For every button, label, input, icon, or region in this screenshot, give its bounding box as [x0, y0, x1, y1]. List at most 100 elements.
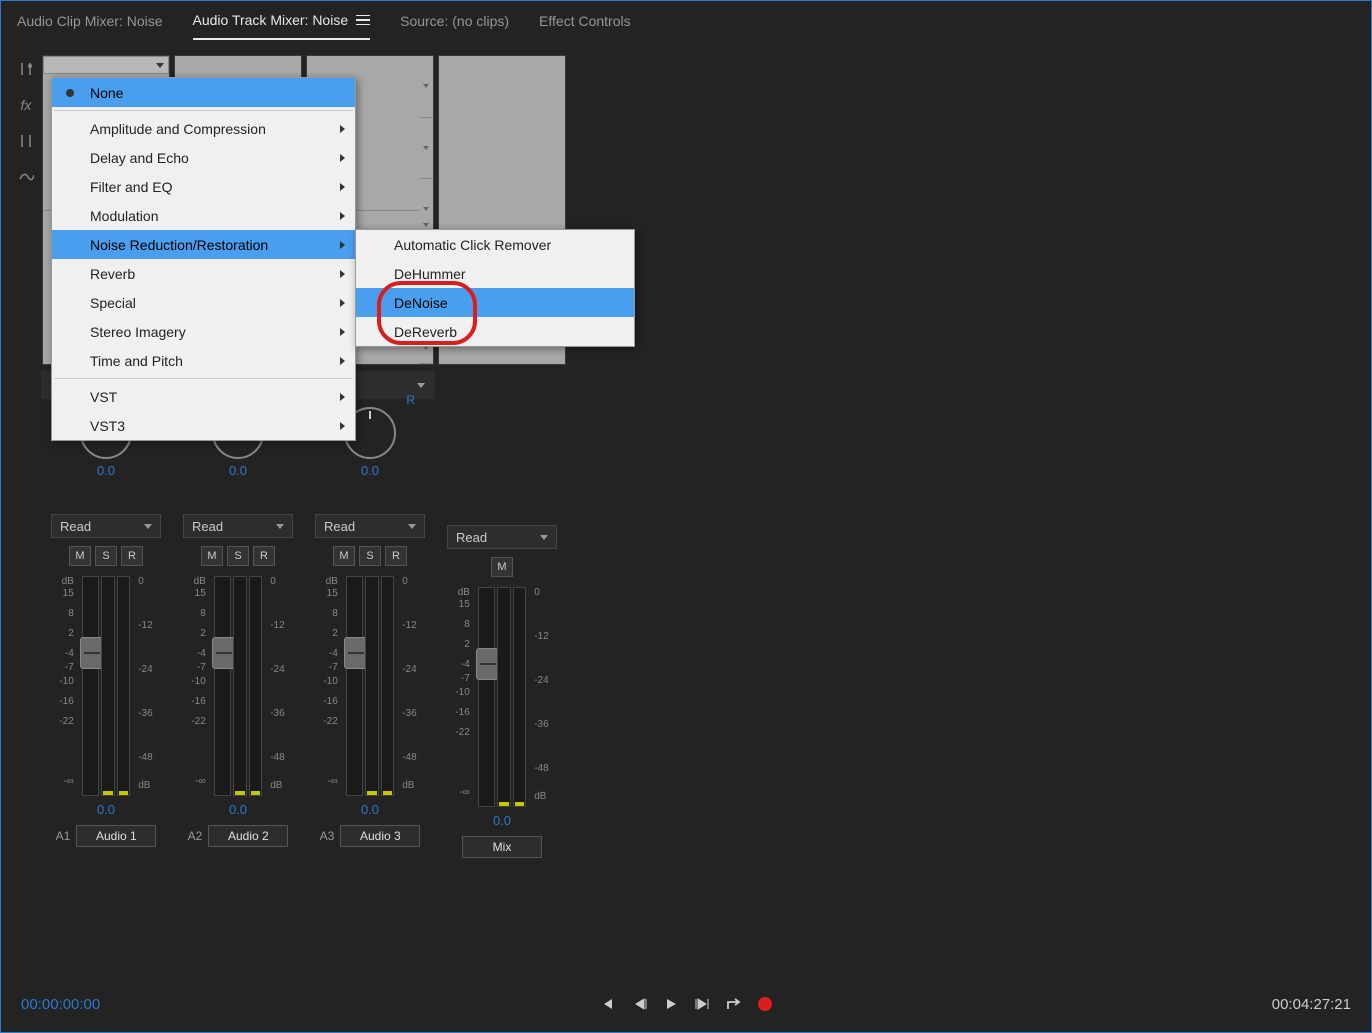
go-to-in-button[interactable] [600, 997, 616, 1011]
menu-item-delay[interactable]: Delay and Echo [52, 143, 355, 172]
track-name-input[interactable]: Audio 1 [76, 825, 156, 847]
tab-audio-track-mixer[interactable]: Audio Track Mixer: Noise [193, 2, 371, 40]
scale-tick: dB [270, 780, 282, 791]
fader-value[interactable]: 0.0 [97, 802, 115, 817]
menu-item-amplitude[interactable]: Amplitude and Compression [52, 114, 355, 143]
record-arm-button[interactable]: R [121, 546, 143, 566]
record-button[interactable] [758, 997, 772, 1011]
scale-tick: -10 [59, 676, 73, 687]
menu-item-none[interactable]: None [52, 78, 355, 107]
meter-scale-right: 0-12-24-36-48dB [396, 576, 425, 796]
automation-mode-dropdown[interactable]: Read [183, 514, 293, 538]
tab-effect-controls[interactable]: Effect Controls [539, 3, 631, 39]
automation-icon[interactable] [18, 169, 34, 183]
chevron-right-icon [340, 422, 345, 430]
scale-tick: dB [534, 791, 546, 802]
menu-item-denoise[interactable]: DeNoise [356, 288, 634, 317]
automation-mode-dropdown[interactable]: Read [51, 514, 161, 538]
go-to-out-button[interactable] [694, 997, 710, 1011]
meter-fill [235, 791, 245, 795]
effect-slot-dropdown[interactable] [43, 56, 169, 74]
chevron-right-icon [340, 328, 345, 336]
record-arm-button[interactable]: R [385, 546, 407, 566]
timecode-duration: 00:04:27:21 [1272, 996, 1351, 1013]
fader-track[interactable] [82, 576, 99, 796]
meter-fill [119, 791, 129, 795]
scale-tick: -16 [455, 707, 469, 718]
menu-label: Stereo Imagery [90, 324, 186, 340]
tab-audio-clip-mixer[interactable]: Audio Clip Mixer: Noise [17, 3, 163, 39]
scale-tick: -36 [138, 708, 152, 719]
chevron-right-icon [340, 270, 345, 278]
record-arm-button[interactable]: R [253, 546, 275, 566]
fader-track[interactable] [346, 576, 363, 796]
loop-button[interactable] [726, 997, 742, 1011]
menu-label: Delay and Echo [90, 150, 189, 166]
step-back-button[interactable] [632, 997, 648, 1011]
mute-button[interactable]: M [491, 557, 513, 577]
menu-item-special[interactable]: Special [52, 288, 355, 317]
mute-button[interactable]: M [201, 546, 223, 566]
pan-value[interactable]: 0.0 [229, 463, 247, 478]
solo-button[interactable]: S [359, 546, 381, 566]
scale-tick: -22 [191, 716, 205, 727]
fx-icon[interactable]: fx [21, 97, 32, 113]
menu-item-vst3[interactable]: VST3 [52, 411, 355, 440]
meter-scale-right: 0-12-24-36-48dB [528, 587, 557, 807]
meter-fill [103, 791, 113, 795]
level-meter [117, 576, 131, 796]
fader-scale-left: dB1582-4-7-10-16-22-∞ [183, 576, 212, 796]
fader-track[interactable] [478, 587, 495, 807]
chevron-right-icon [340, 154, 345, 162]
effect-slot-arrow[interactable] [419, 56, 433, 118]
menu-item-dehummer[interactable]: DeHummer [356, 259, 634, 288]
pan-value[interactable]: 0.0 [97, 463, 115, 478]
sends-icon[interactable] [19, 133, 33, 149]
fader-value[interactable]: 0.0 [493, 813, 511, 828]
effect-category-menu: None Amplitude and Compression Delay and… [51, 77, 356, 441]
fader-value[interactable]: 0.0 [361, 802, 379, 817]
automation-mode-dropdown[interactable]: Read [315, 514, 425, 538]
scale-tick: -10 [455, 687, 469, 698]
meter-fill [515, 802, 525, 806]
track-name-input[interactable]: Mix [462, 836, 542, 858]
effects-toggle-icon[interactable] [18, 61, 34, 77]
menu-separator [54, 378, 353, 379]
fader-value[interactable]: 0.0 [229, 802, 247, 817]
menu-item-dereverb[interactable]: DeReverb [356, 317, 634, 346]
scale-tick: -7 [329, 662, 338, 673]
mute-button[interactable]: M [69, 546, 91, 566]
fader-track[interactable] [214, 576, 231, 796]
solo-button[interactable]: S [227, 546, 249, 566]
menu-item-auto-click-remover[interactable]: Automatic Click Remover [356, 230, 634, 259]
timecode-current[interactable]: 00:00:00:00 [21, 996, 100, 1013]
pan-value[interactable]: 0.0 [361, 463, 379, 478]
menu-label: Special [90, 295, 136, 311]
menu-item-filter[interactable]: Filter and EQ [52, 172, 355, 201]
menu-item-noise-reduction[interactable]: Noise Reduction/Restoration [52, 230, 355, 259]
tab-source[interactable]: Source: (no clips) [400, 3, 509, 39]
solo-button[interactable]: S [95, 546, 117, 566]
scale-tick: -∞ [327, 776, 337, 787]
scale-tick: -24 [138, 664, 152, 675]
track-name-input[interactable]: Audio 2 [208, 825, 288, 847]
menu-item-vst[interactable]: VST [52, 382, 355, 411]
scale-tick: -22 [455, 727, 469, 738]
menu-item-reverb[interactable]: Reverb [52, 259, 355, 288]
menu-item-modulation[interactable]: Modulation [52, 201, 355, 230]
mute-button[interactable]: M [333, 546, 355, 566]
menu-label: DeNoise [394, 295, 448, 311]
menu-separator [54, 110, 353, 111]
scale-tick: -∞ [195, 776, 205, 787]
scale-tick: -16 [59, 696, 73, 707]
scale-tick: -48 [138, 752, 152, 763]
menu-item-stereo[interactable]: Stereo Imagery [52, 317, 355, 346]
menu-item-time-pitch[interactable]: Time and Pitch [52, 346, 355, 375]
track-name-input[interactable]: Audio 3 [340, 825, 420, 847]
play-button[interactable] [664, 997, 678, 1011]
scale-tick: 0 [534, 587, 540, 598]
automation-mode-dropdown[interactable]: Read [447, 525, 557, 549]
panel-menu-icon[interactable] [356, 15, 370, 26]
effect-slot-arrow[interactable] [419, 118, 433, 180]
meter-scale-right: 0-12-24-36-48dB [132, 576, 161, 796]
